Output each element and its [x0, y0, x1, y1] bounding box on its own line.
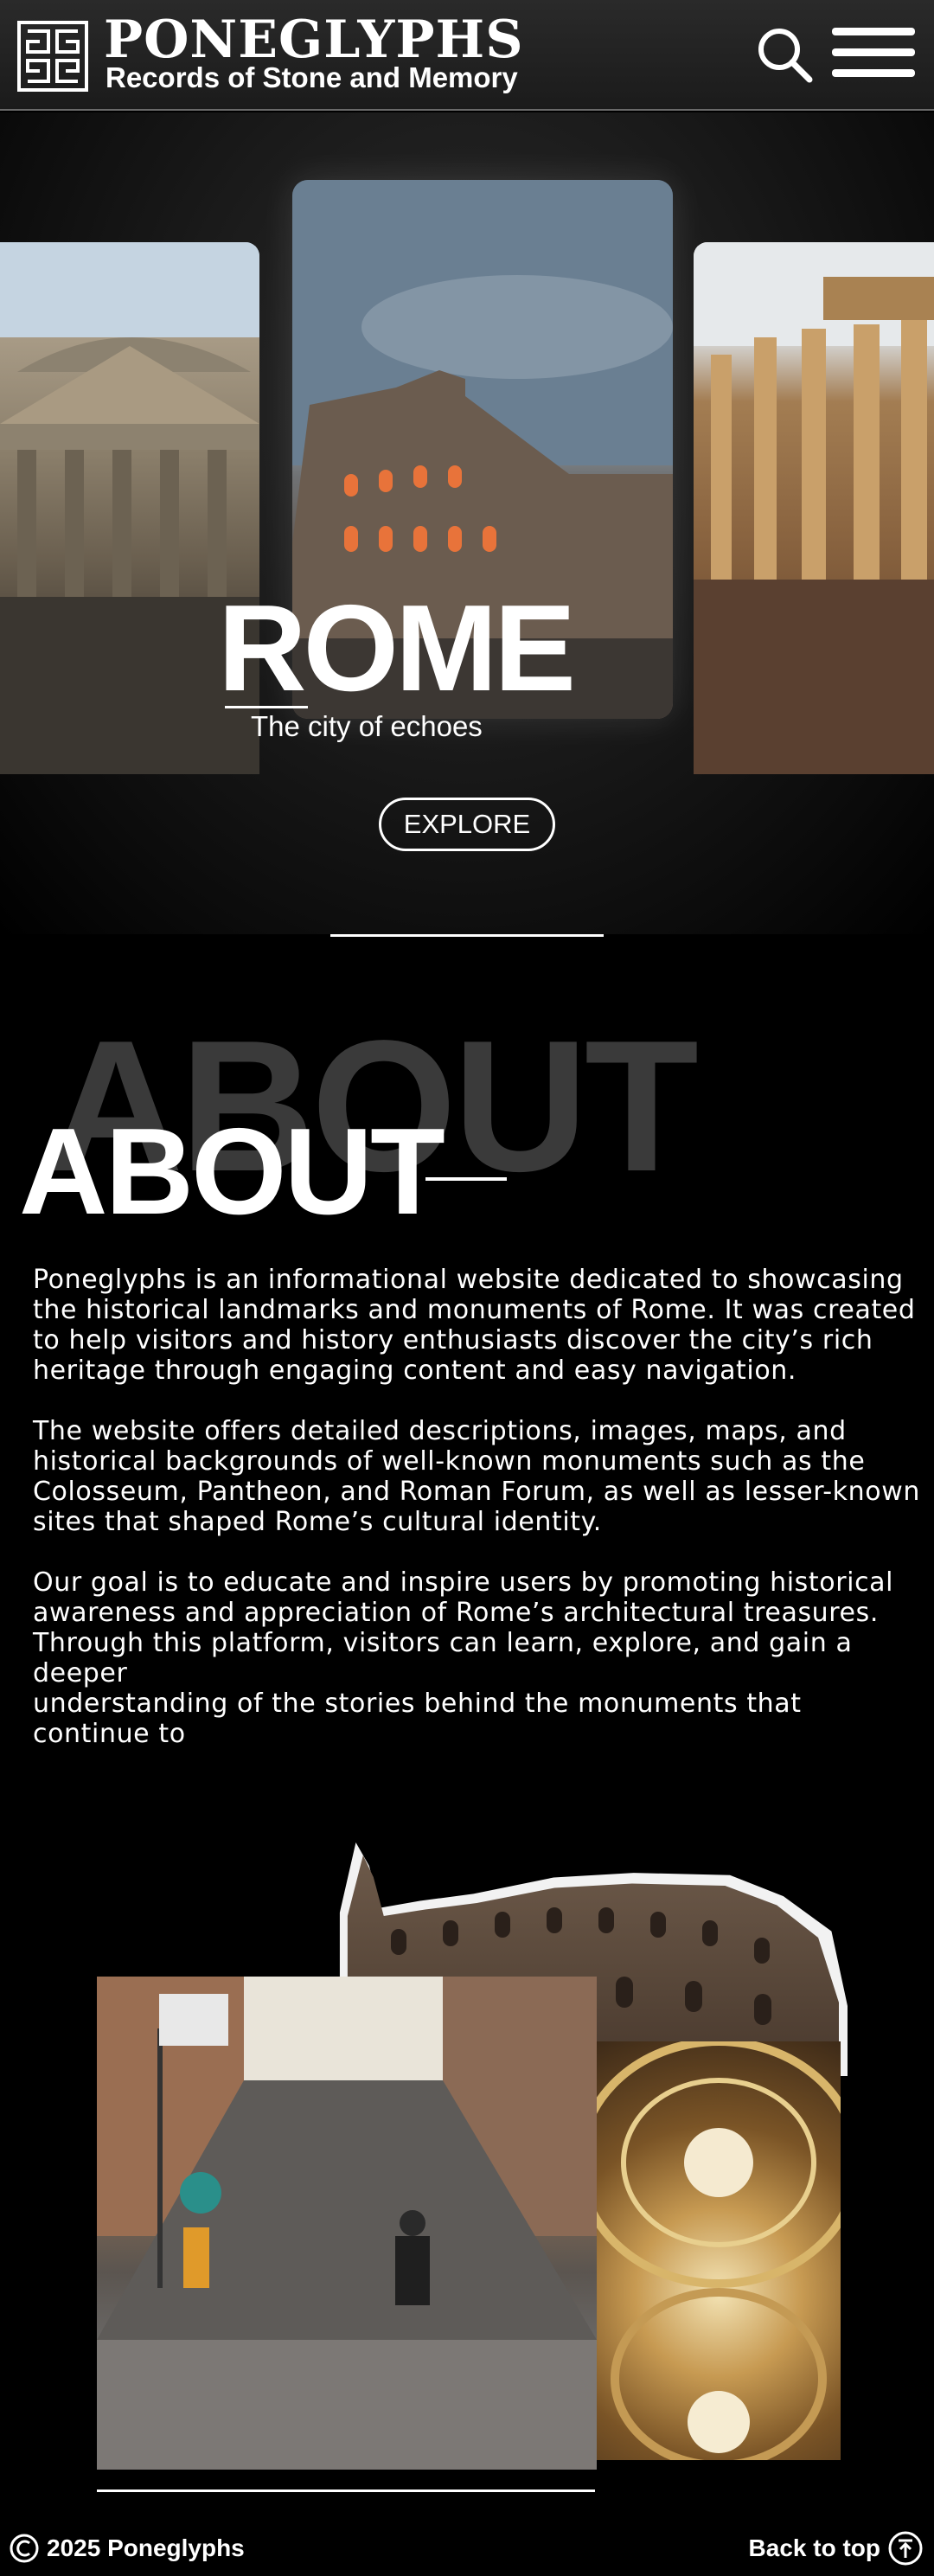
hero-card-temple[interactable]: [694, 242, 934, 774]
site-header: PONEGLYPHS Records of Stone and Memory: [0, 0, 934, 111]
dome-scene: [576, 2037, 861, 2470]
logo-icon[interactable]: [17, 21, 88, 92]
dome-interior-image: [576, 2037, 861, 2470]
about-text: Poneglyphs is an informational website d…: [33, 1265, 924, 1779]
section-divider: [330, 934, 604, 937]
explore-button[interactable]: EXPLORE: [379, 798, 555, 851]
copyright-text: 2025 Poneglyphs: [47, 2534, 245, 2561]
about-paragraph-2: The website offers detailed descriptions…: [33, 1416, 920, 1537]
temple-image: [694, 242, 934, 774]
about-title-underline: [425, 1177, 507, 1181]
hero-city-title: ROME: [218, 580, 576, 717]
brand-title[interactable]: PONEGLYPHS: [104, 12, 524, 67]
hero-title-underline: [225, 706, 308, 708]
hero-tagline: The city of echoes: [251, 710, 483, 742]
copyright-icon: [10, 2534, 39, 2563]
footer-copyright: 2025 Poneglyphs: [9, 2531, 245, 2566]
street-scene: [97, 1977, 597, 2470]
arrow-up-circle-icon[interactable]: [887, 2530, 924, 2566]
photo-collage: [0, 1834, 934, 2492]
about-title: ABOUT: [19, 1103, 445, 1240]
back-to-top-link[interactable]: Back to top: [749, 2529, 924, 2567]
search-icon[interactable]: [754, 24, 815, 85]
brand-subtitle: Records of Stone and Memory: [106, 61, 518, 93]
hero-section: ROME The city of echoes EXPLORE: [0, 112, 934, 934]
back-to-top-label[interactable]: Back to top: [749, 2534, 880, 2562]
about-paragraph-1: Poneglyphs is an informational website d…: [33, 1265, 916, 1386]
about-paragraph-3: Our goal is to educate and inspire users…: [33, 1567, 894, 1749]
hamburger-menu-icon[interactable]: [830, 26, 917, 80]
rome-street-image: [97, 1977, 597, 2470]
collage-underline: [97, 2489, 595, 2492]
